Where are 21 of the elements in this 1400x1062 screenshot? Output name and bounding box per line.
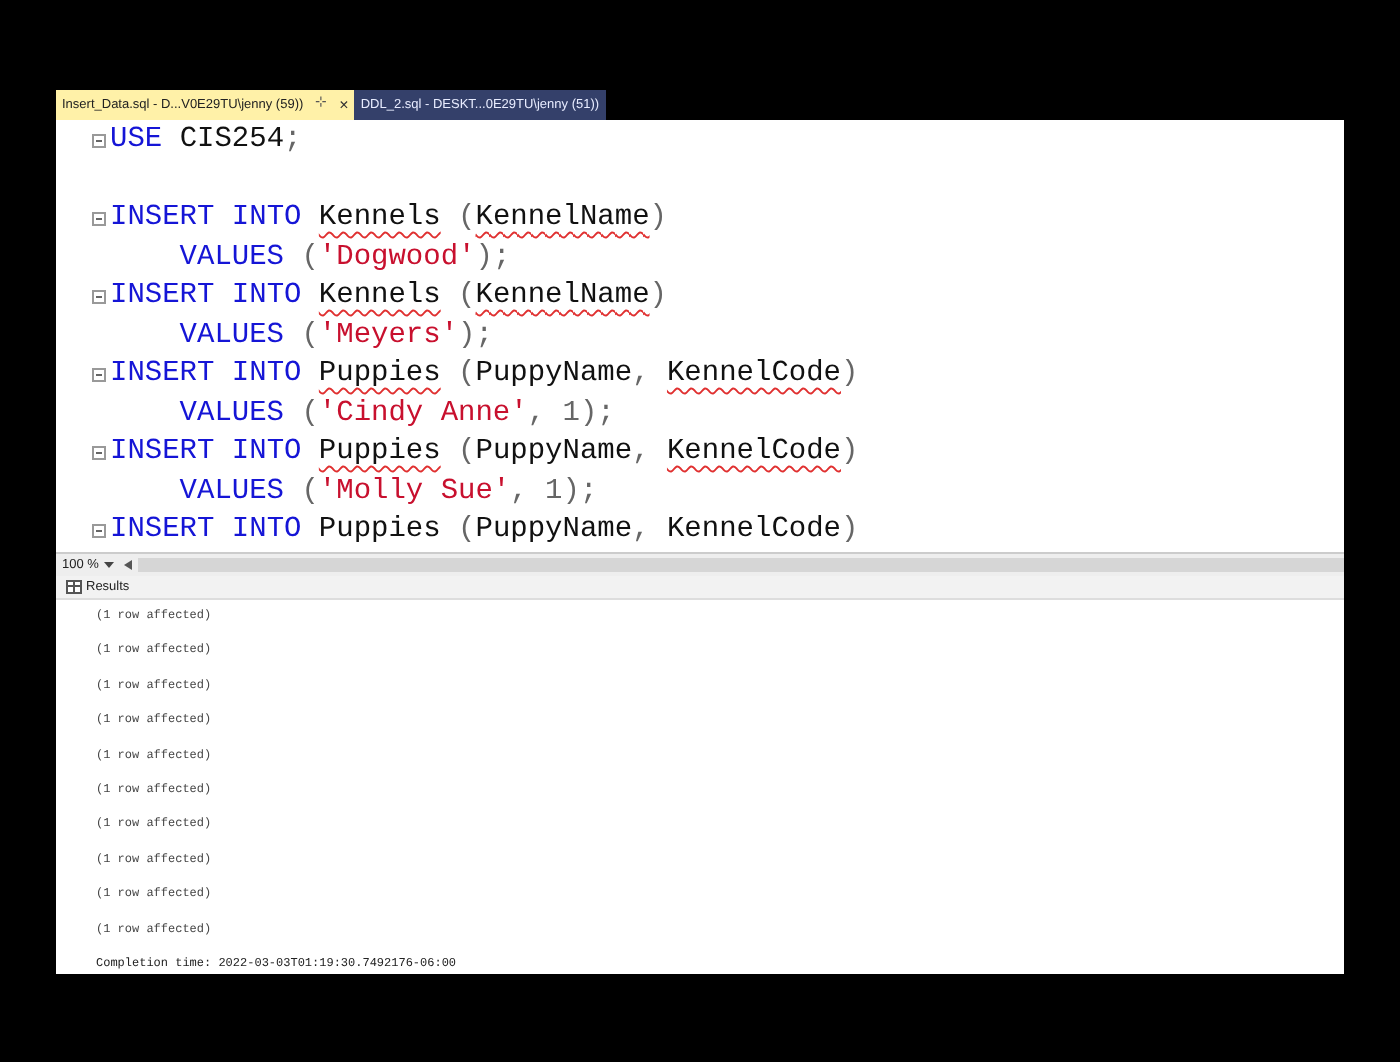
code-line: INSERT INTO Kennels (KennelName) xyxy=(110,200,667,238)
horizontal-scrollbar[interactable] xyxy=(138,558,1344,572)
code-line: VALUES ('Molly Sue', 1); xyxy=(177,473,598,511)
scroll-left-icon[interactable] xyxy=(124,560,133,570)
collapse-icon[interactable] xyxy=(92,524,106,539)
collapse-icon[interactable] xyxy=(92,212,106,227)
code-line: VALUES ('Dogwood'); xyxy=(177,239,511,277)
collapse-icon[interactable] xyxy=(92,134,106,149)
grid-icon xyxy=(66,580,82,594)
code-line: INSERT INTO Puppies (PuppyName, KennelCode) xyxy=(110,356,859,394)
collapse-icon[interactable] xyxy=(92,368,106,383)
dropdown-icon[interactable] xyxy=(104,561,115,569)
code-line: INSERT INTO Kennels (KennelName) xyxy=(110,278,667,316)
code-line: VALUES ('Meyers'); xyxy=(177,317,493,355)
code-line: INSERT INTO Puppies (PuppyName, KennelCode) xyxy=(110,512,859,550)
code-line: INSERT INTO Puppies (PuppyName, KennelCode) xyxy=(110,434,859,472)
code-line: VALUES ('Cindy Anne', 1); xyxy=(177,395,615,433)
collapse-icon[interactable] xyxy=(92,446,106,461)
close-icon[interactable]: × xyxy=(339,93,349,117)
code-line: USE CIS254; xyxy=(110,122,302,160)
collapse-icon[interactable] xyxy=(92,290,106,305)
